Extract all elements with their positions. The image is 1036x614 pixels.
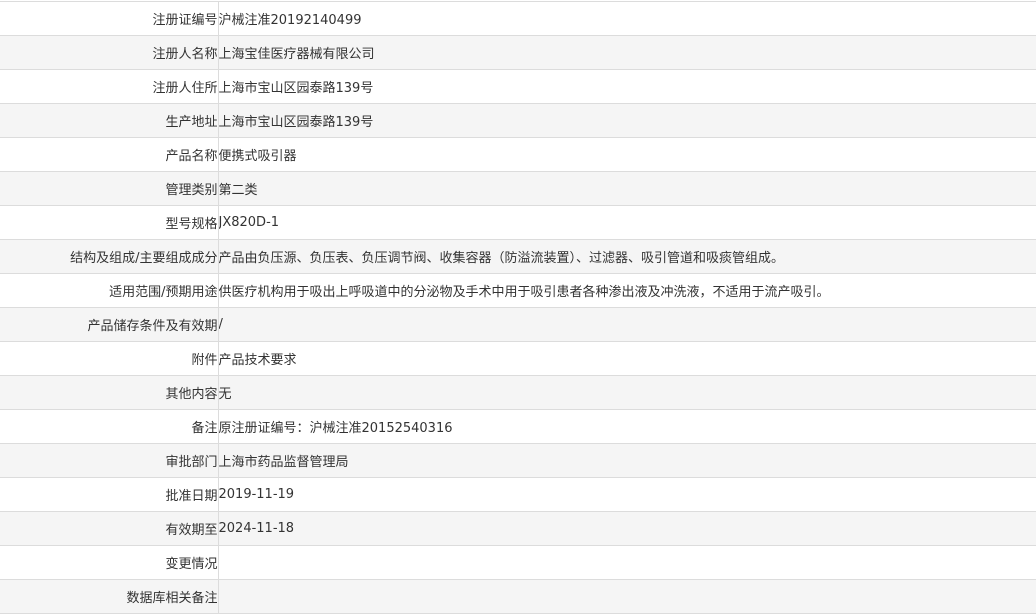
table-row: 有效期至 2024-11-18 xyxy=(0,511,1036,546)
field-value: 产品技术要求 xyxy=(218,341,1036,376)
table-row: 型号规格 JX820D-1 xyxy=(0,205,1036,240)
table-row: 变更情况 xyxy=(0,545,1036,580)
table-row: 附件 产品技术要求 xyxy=(0,341,1036,376)
registration-detail-table: 注册证编号 沪械注准20192140499 注册人名称 上海宝佳医疗器械有限公司… xyxy=(0,1,1036,614)
field-value: 沪械注准20192140499 xyxy=(218,1,1036,36)
field-value: 上海宝佳医疗器械有限公司 xyxy=(218,35,1036,70)
field-value: JX820D-1 xyxy=(218,205,1036,240)
field-value: / xyxy=(218,307,1036,342)
table-row: 结构及组成/主要组成成分 产品由负压源、负压表、负压调节阀、收集容器（防溢流装置… xyxy=(0,239,1036,274)
field-value xyxy=(218,579,1036,614)
field-value: 产品由负压源、负压表、负压调节阀、收集容器（防溢流装置）、过滤器、吸引管道和吸痰… xyxy=(218,239,1036,274)
field-label: 批准日期 xyxy=(0,477,219,512)
table-row: 数据库相关备注 xyxy=(0,579,1036,614)
field-label: 附件 xyxy=(0,341,219,376)
field-label: 注册人名称 xyxy=(0,35,219,70)
table-row: 生产地址 上海市宝山区园泰路139号 xyxy=(0,103,1036,138)
table-row: 其他内容 无 xyxy=(0,375,1036,410)
field-label: 有效期至 xyxy=(0,511,219,546)
table-row: 批准日期 2019-11-19 xyxy=(0,477,1036,512)
table-row: 注册人住所 上海市宝山区园泰路139号 xyxy=(0,69,1036,104)
field-value xyxy=(218,545,1036,580)
field-value: 供医疗机构用于吸出上呼吸道中的分泌物及手术中用于吸引患者各种渗出液及冲洗液，不适… xyxy=(218,273,1036,308)
field-label: 备注 xyxy=(0,409,219,444)
field-label: 数据库相关备注 xyxy=(0,579,219,614)
field-label: 生产地址 xyxy=(0,103,219,138)
field-label: 型号规格 xyxy=(0,205,219,240)
table-row: 审批部门 上海市药品监督管理局 xyxy=(0,443,1036,478)
field-value: 上海市药品监督管理局 xyxy=(218,443,1036,478)
field-label: 变更情况 xyxy=(0,545,219,580)
table-row: 注册证编号 沪械注准20192140499 xyxy=(0,1,1036,36)
field-label: 管理类别 xyxy=(0,171,219,206)
table-row: 产品储存条件及有效期 / xyxy=(0,307,1036,342)
field-label: 产品储存条件及有效期 xyxy=(0,307,219,342)
field-value: 便携式吸引器 xyxy=(218,137,1036,172)
field-value: 原注册证编号：沪械注准20152540316 xyxy=(218,409,1036,444)
table-row: 备注 原注册证编号：沪械注准20152540316 xyxy=(0,409,1036,444)
field-value: 第二类 xyxy=(218,171,1036,206)
field-label: 产品名称 xyxy=(0,137,219,172)
field-value: 无 xyxy=(218,375,1036,410)
field-label: 适用范围/预期用途 xyxy=(0,273,219,308)
field-label: 注册人住所 xyxy=(0,69,219,104)
field-value: 2024-11-18 xyxy=(218,511,1036,546)
field-value: 2019-11-19 xyxy=(218,477,1036,512)
field-label: 其他内容 xyxy=(0,375,219,410)
table-row: 适用范围/预期用途 供医疗机构用于吸出上呼吸道中的分泌物及手术中用于吸引患者各种… xyxy=(0,273,1036,308)
table-row: 注册人名称 上海宝佳医疗器械有限公司 xyxy=(0,35,1036,70)
field-label: 审批部门 xyxy=(0,443,219,478)
field-label: 注册证编号 xyxy=(0,1,219,36)
field-value: 上海市宝山区园泰路139号 xyxy=(218,103,1036,138)
table-row: 产品名称 便携式吸引器 xyxy=(0,137,1036,172)
field-value: 上海市宝山区园泰路139号 xyxy=(218,69,1036,104)
table-row: 管理类别 第二类 xyxy=(0,171,1036,206)
field-label: 结构及组成/主要组成成分 xyxy=(0,239,219,274)
